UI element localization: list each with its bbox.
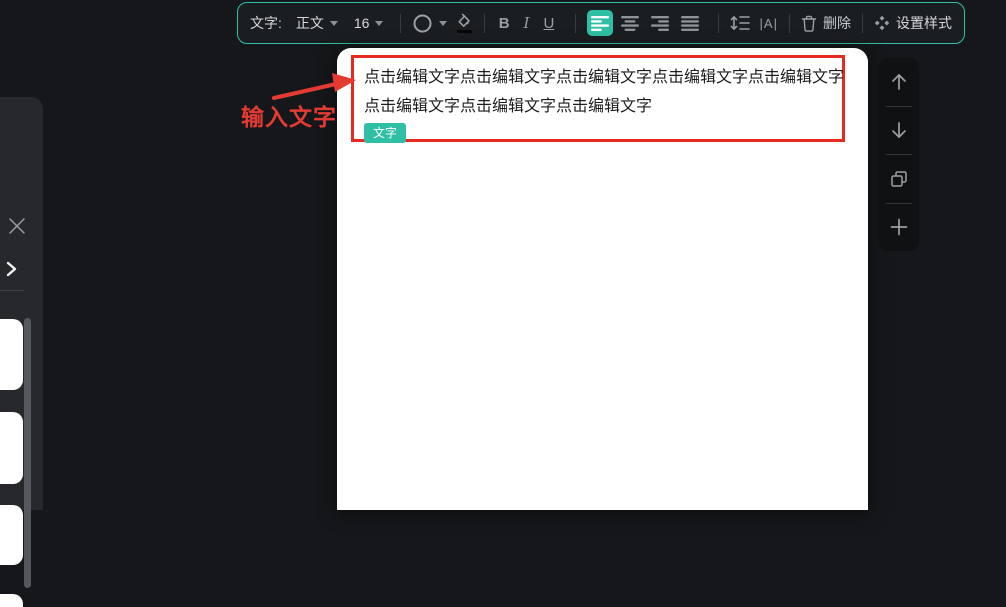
text-format-toolbar: 文字: 正文 16 B I U [237, 2, 965, 44]
font-size-dropdown[interactable]: 16 [354, 15, 384, 31]
letter-spacing-icon: |A| [760, 16, 778, 31]
set-style-label: 设置样式 [896, 13, 952, 33]
template-thumbnail[interactable] [0, 505, 23, 565]
divider [862, 14, 863, 33]
line-spacing-button[interactable] [730, 15, 750, 31]
align-justify-icon [681, 16, 699, 31]
align-right-button[interactable] [647, 10, 673, 36]
copy-icon [890, 170, 908, 188]
template-thumbnail[interactable] [0, 412, 23, 484]
divider [718, 14, 719, 33]
delete-button[interactable]: 删除 [801, 13, 851, 33]
current-fill-color-swatch [457, 30, 472, 33]
bold-button[interactable]: B [496, 11, 511, 35]
divider [789, 14, 790, 33]
arrow-up-icon [889, 72, 909, 92]
divider [400, 14, 401, 33]
annotation-label: 输入文字 [241, 98, 337, 132]
align-right-icon [651, 16, 669, 31]
text-element-highlight-box[interactable]: 点击编辑文字点击编辑文字点击编辑文字点击编辑文字点击编辑文字 点击编辑文字点击编… [351, 55, 845, 142]
template-thumbnail[interactable] [0, 319, 23, 390]
paint-bucket-icon [455, 13, 473, 28]
duplicate-button[interactable] [878, 159, 919, 199]
divider [484, 14, 485, 33]
delete-label: 删除 [823, 13, 851, 33]
divider [0, 290, 24, 291]
set-style-button[interactable]: 设置样式 [874, 13, 952, 33]
move-down-button[interactable] [878, 110, 919, 150]
move-up-button[interactable] [878, 62, 919, 102]
paragraph-style-dropdown[interactable]: 正文 [296, 13, 338, 33]
editable-text-line[interactable]: 点击编辑文字点击编辑文字点击编辑文字 [364, 92, 842, 121]
trash-icon [801, 15, 817, 32]
chevron-down-icon [375, 21, 383, 26]
template-thumbnail[interactable] [0, 594, 23, 607]
align-justify-button[interactable] [677, 10, 703, 36]
fill-color-button[interactable] [455, 13, 473, 33]
divider [575, 14, 576, 33]
line-spacing-icon [730, 15, 750, 31]
letter-spacing-button[interactable]: |A| [760, 16, 778, 31]
editable-text-line[interactable]: 点击编辑文字点击编辑文字点击编辑文字点击编辑文字点击编辑文字 [364, 63, 842, 92]
arrow-down-icon [889, 120, 909, 140]
align-left-button[interactable] [587, 10, 613, 36]
element-type-badge: 文字 [364, 123, 406, 143]
underline-button[interactable]: U [541, 11, 556, 35]
paragraph-style-value: 正文 [296, 13, 324, 33]
page-tool-stack [878, 58, 919, 251]
close-button[interactable] [7, 216, 27, 236]
align-left-icon [591, 16, 609, 31]
italic-button[interactable]: I [519, 11, 534, 35]
toolbar-title: 文字: [250, 13, 282, 33]
panel-scrollbar[interactable] [24, 318, 31, 588]
expand-chevron-right-icon[interactable] [3, 259, 19, 279]
divider [886, 106, 912, 107]
text-color-circle-icon [412, 13, 433, 34]
font-size-value: 16 [354, 15, 370, 31]
align-center-button[interactable] [617, 10, 643, 36]
add-page-button[interactable] [878, 207, 919, 247]
left-template-panel [0, 97, 43, 510]
chevron-down-icon [439, 21, 447, 26]
style-diamonds-icon [874, 15, 890, 31]
divider [886, 154, 912, 155]
divider [886, 203, 912, 204]
chevron-down-icon [330, 21, 338, 26]
align-center-icon [621, 16, 639, 31]
plus-icon [890, 218, 908, 236]
text-color-dropdown[interactable] [412, 13, 447, 34]
